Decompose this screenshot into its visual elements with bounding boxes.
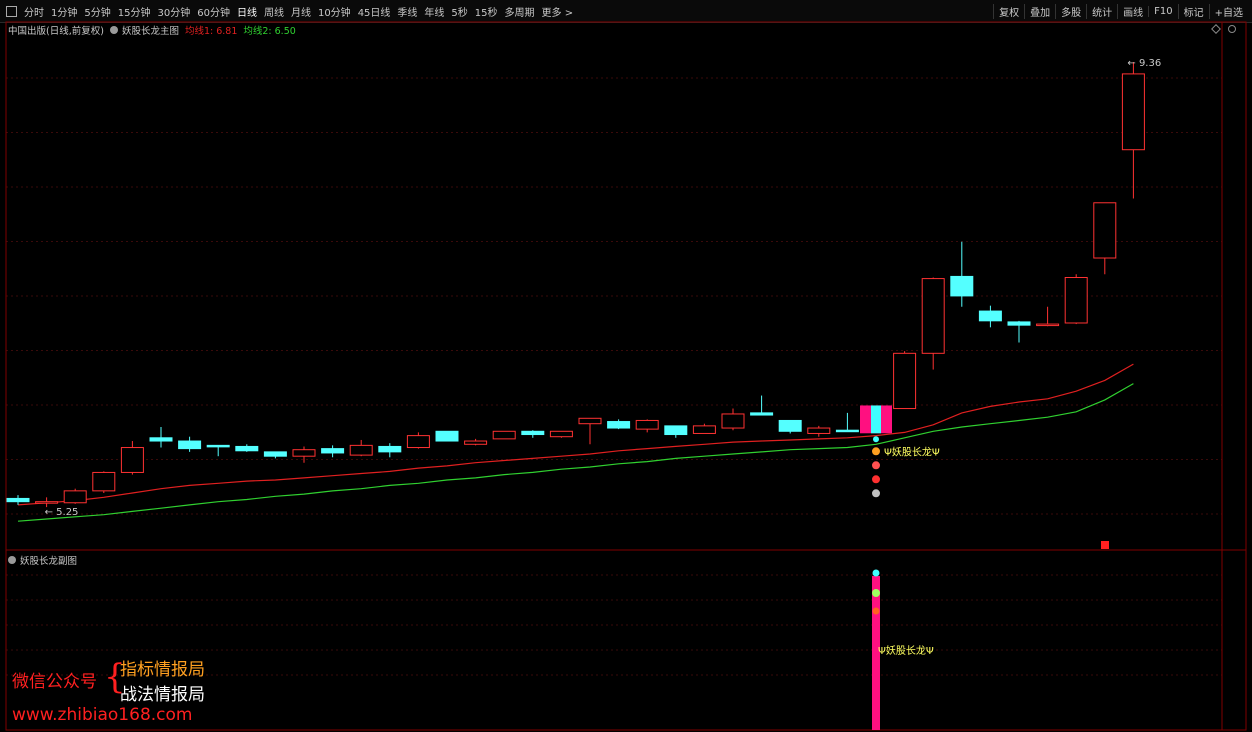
candle-body <box>464 440 488 445</box>
candle-body <box>235 445 259 452</box>
candle-body <box>292 449 316 457</box>
sub-signal-label: Ψ妖股长龙Ψ <box>878 644 934 657</box>
candle-body <box>435 430 459 442</box>
max-price-marker: ← 9.36 <box>1127 58 1161 69</box>
sub-signal-icon <box>872 569 880 577</box>
candle-body <box>578 417 602 425</box>
event-marker-icon <box>1101 541 1109 549</box>
candle-body <box>63 490 87 504</box>
watermark-account-label: 微信公众号 <box>12 672 97 692</box>
candle-body <box>807 427 831 434</box>
signal-icon <box>872 489 880 498</box>
candle-body <box>1036 323 1060 327</box>
candle-body <box>178 440 202 450</box>
candle-body <box>607 421 631 429</box>
candle-body <box>1093 202 1117 259</box>
signal-icon <box>872 461 880 470</box>
signal-icon <box>872 475 880 484</box>
collapse-icon <box>1211 24 1221 34</box>
candle-body <box>6 497 30 503</box>
sub-signal-icon <box>872 589 880 597</box>
candle-body <box>1064 277 1088 324</box>
candle-body <box>1121 73 1145 151</box>
chart-frame <box>5 21 1247 731</box>
candle-body <box>549 430 573 438</box>
candle-body <box>692 425 716 434</box>
candle-body <box>321 448 345 454</box>
candle-body <box>35 501 59 504</box>
candle-body <box>1007 321 1031 326</box>
signal-icon <box>872 447 880 456</box>
candle-body <box>950 275 974 297</box>
watermark-line2: 战法情报局 <box>120 685 205 705</box>
candle-body <box>206 444 230 448</box>
candle-body <box>521 430 545 436</box>
candle-body <box>893 352 917 410</box>
candle-body <box>635 419 659 430</box>
candle-body <box>149 437 173 442</box>
signal-icon <box>873 436 879 443</box>
signal-label: Ψ妖股长龙Ψ <box>884 445 940 458</box>
sub-signal-icon <box>872 607 880 615</box>
min-price-marker: ← 5.25 <box>45 507 79 518</box>
candle-body <box>378 445 402 453</box>
candle-body <box>835 429 859 433</box>
signal-bar-core <box>871 405 881 434</box>
ma1-line <box>17 363 1134 506</box>
candle-body <box>120 447 144 473</box>
settings-icon <box>1228 25 1236 33</box>
candle-body <box>349 444 373 456</box>
candle-body <box>492 430 516 440</box>
candle-body <box>664 425 688 436</box>
candle-body <box>263 451 287 457</box>
watermark-line1: 指标情报局 <box>120 660 205 680</box>
kline-chart[interactable]: Ψ妖股长龙Ψ ← 5.25 ← 9.36 Ψ妖股长龙Ψ <box>0 0 1252 732</box>
candle-body <box>750 412 774 416</box>
candle-body <box>92 471 116 492</box>
candle-body <box>921 278 945 354</box>
candle-body <box>978 310 1002 322</box>
watermark-url: www.zhibiao168.com <box>12 705 193 725</box>
candle-body <box>778 419 802 432</box>
ma2-line <box>17 383 1134 522</box>
candle-body <box>721 413 745 429</box>
candle-body <box>406 435 430 449</box>
